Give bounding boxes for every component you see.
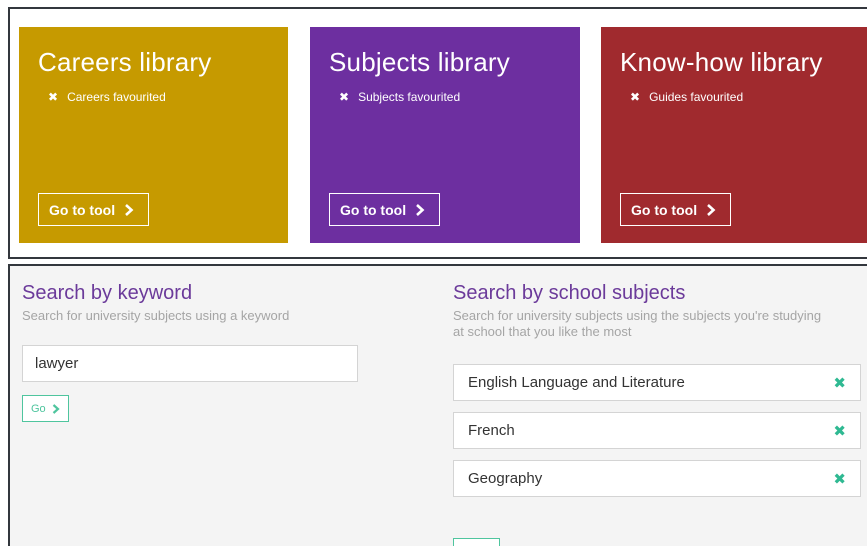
search-panel: Search by keyword Search for university …: [8, 264, 867, 546]
close-icon[interactable]: ✖: [833, 422, 846, 440]
go-to-tool-label: Go to tool: [49, 201, 116, 218]
close-icon[interactable]: ✖: [833, 470, 846, 488]
guides-favourited: ✖ Guides favourited: [630, 90, 743, 104]
chevron-right-icon: [707, 203, 716, 216]
keyword-search-title: Search by keyword: [22, 282, 193, 304]
know-how-go-to-tool-button[interactable]: Go to tool: [620, 193, 732, 226]
know-how-library-tile: Know-how library ✖ Guides favourited Go …: [601, 27, 867, 243]
subjects-favourited: ✖ Subjects favourited: [339, 90, 460, 104]
careers-library-tile: Careers library ✖ Careers favourited Go …: [19, 27, 288, 243]
school-subjects-go-button[interactable]: Go: [453, 538, 500, 546]
careers-go-to-tool-button[interactable]: Go to tool: [38, 193, 150, 226]
careers-library-title: Careers library: [38, 47, 212, 77]
library-panel: Careers library ✖ Careers favourited Go …: [8, 7, 867, 259]
subjects-go-to-tool-button[interactable]: Go to tool: [329, 193, 441, 226]
x-icon: ✖: [630, 90, 641, 104]
school-subjects-section: Search by school subjects Search for uni…: [453, 282, 867, 340]
school-subjects-subtitle: Search for university subjects using the…: [453, 308, 822, 339]
keyword-search-subtitle: Search for university subjects using a k…: [22, 308, 290, 323]
x-icon: ✖: [339, 90, 350, 104]
go-to-tool-label: Go to tool: [631, 201, 698, 218]
subject-row: English Language and Literature ✖: [453, 364, 861, 401]
careers-favourited-label: Careers favourited: [67, 90, 166, 104]
go-to-tool-label: Go to tool: [340, 201, 407, 218]
subject-name: French: [468, 422, 515, 439]
chevron-right-icon: [416, 203, 425, 216]
close-icon[interactable]: ✖: [833, 374, 846, 392]
subjects-library-tile: Subjects library ✖ Subjects favourited G…: [310, 27, 580, 243]
subject-name: English Language and Literature: [468, 374, 685, 391]
subject-row: Geography ✖: [453, 460, 861, 497]
guides-favourited-label: Guides favourited: [649, 90, 744, 104]
subject-row: French ✖: [453, 412, 861, 449]
keyword-go-button[interactable]: Go: [22, 395, 69, 422]
subjects-library-title: Subjects library: [329, 47, 510, 77]
subject-name: Geography: [468, 470, 543, 487]
chevron-right-icon: [125, 203, 134, 216]
x-icon: ✖: [48, 90, 59, 104]
school-subjects-title: Search by school subjects: [453, 282, 686, 304]
careers-favourited: ✖ Careers favourited: [48, 90, 166, 104]
keyword-input[interactable]: [22, 345, 358, 382]
keyword-search-section: Search by keyword Search for university …: [22, 282, 362, 324]
subjects-favourited-label: Subjects favourited: [358, 90, 461, 104]
know-how-library-title: Know-how library: [620, 47, 823, 77]
chevron-right-icon: [52, 403, 60, 414]
go-label: Go: [31, 402, 46, 415]
